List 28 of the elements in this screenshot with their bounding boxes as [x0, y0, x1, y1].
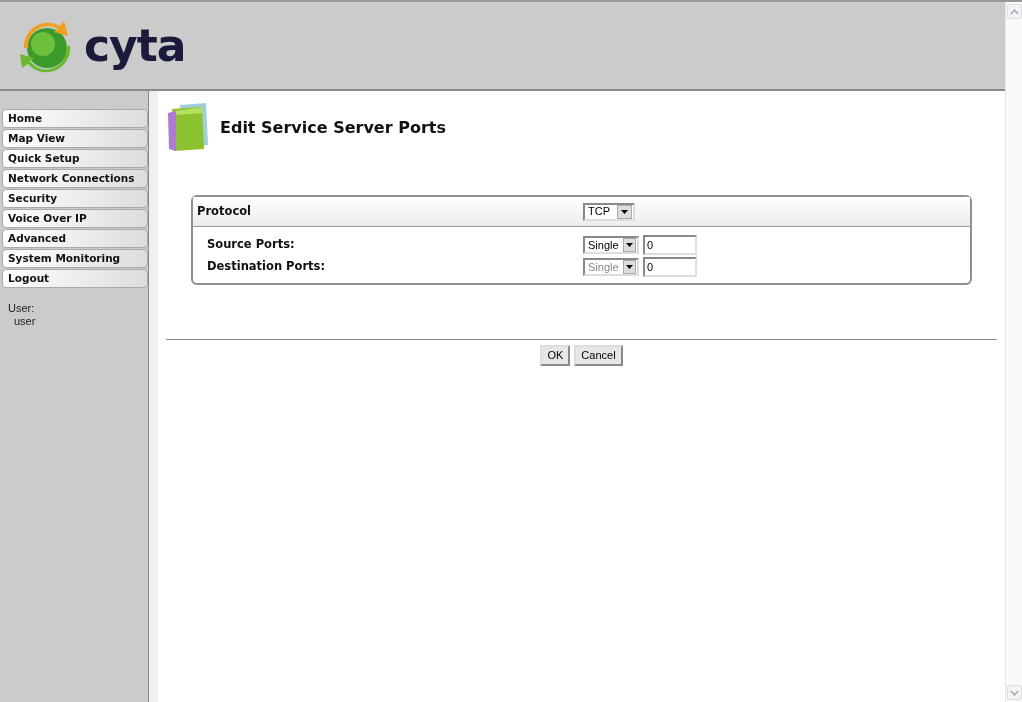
chevron-down-icon	[1009, 689, 1019, 696]
ok-button[interactable]: OK	[540, 345, 571, 366]
scroll-up-button[interactable]	[1006, 4, 1022, 19]
menu-item[interactable]: Home	[2, 109, 148, 128]
menu-item[interactable]: System Monitoring	[2, 249, 148, 268]
cancel-button[interactable]: Cancel	[574, 345, 623, 366]
caret-icon	[625, 265, 633, 269]
menu-item[interactable]: Network Connections	[2, 169, 148, 188]
port-input[interactable]: 0	[643, 235, 697, 255]
port-mode-dropdown[interactable]: Single	[583, 236, 639, 254]
logo-wordmark: cyta	[84, 23, 186, 68]
protocol-dropdown[interactable]: TCP	[583, 202, 635, 221]
protocol-label: Protocol	[197, 202, 253, 220]
scroll-down-button[interactable]	[1006, 685, 1022, 700]
menu-item[interactable]: Map View	[2, 129, 148, 148]
caret-icon	[621, 209, 628, 214]
port-label: Destination Ports:	[207, 258, 327, 276]
menu-item[interactable]: Advanced	[2, 229, 148, 248]
caret-icon	[625, 243, 633, 247]
user-name: user	[13, 315, 37, 328]
user-label: User:	[8, 302, 36, 315]
port-label: Source Ports:	[207, 236, 296, 254]
menu-item[interactable]: Security	[2, 189, 148, 208]
page-title: Edit Service Server Ports	[220, 117, 446, 139]
menu-item[interactable]: Quick Setup	[2, 149, 148, 168]
menu-item[interactable]: Voice Over IP	[2, 209, 148, 228]
chevron-up-icon	[1009, 8, 1019, 15]
menu-item[interactable]: Logout	[2, 269, 148, 288]
